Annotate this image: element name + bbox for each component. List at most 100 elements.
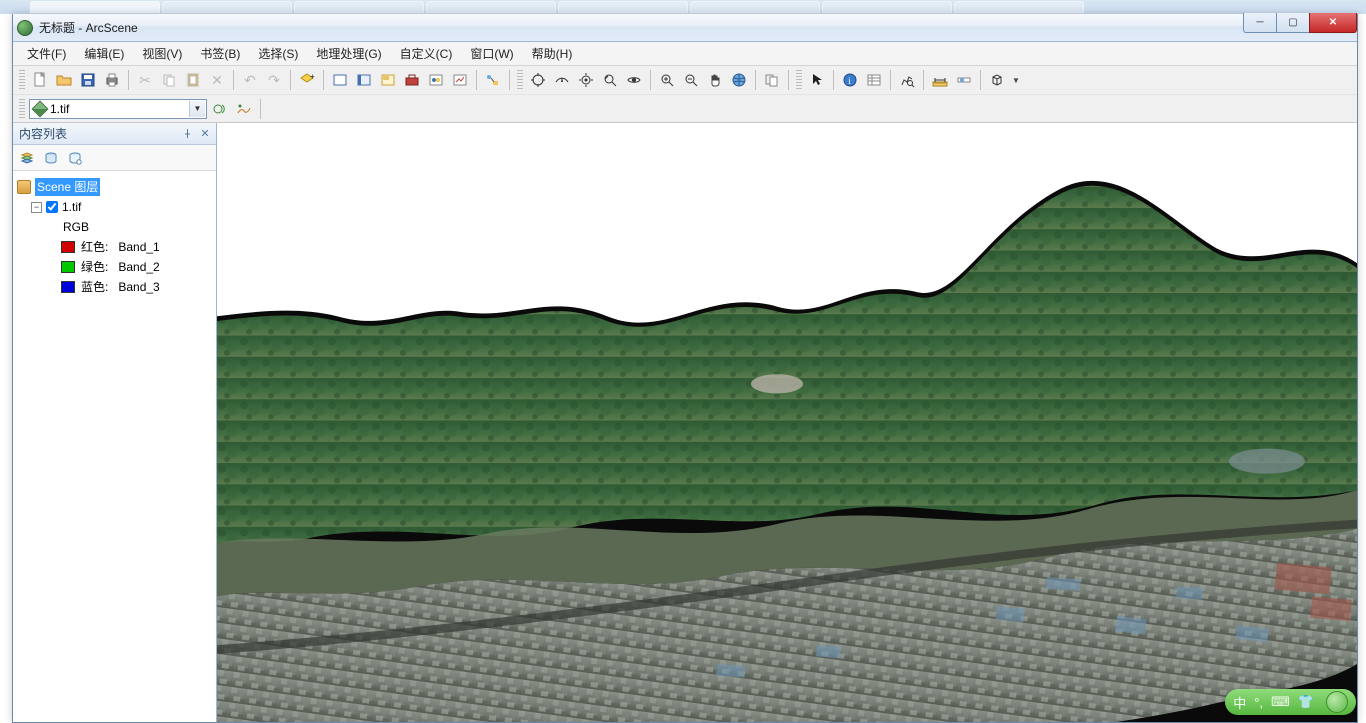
snapshot-icon[interactable] <box>761 69 783 91</box>
look-at-icon[interactable] <box>623 69 645 91</box>
toc-tree[interactable]: Scene 图层 − 1.tif RGB 红色: Band_1 绿色: <box>13 171 216 722</box>
zoom-in-icon[interactable] <box>656 69 678 91</box>
layer-visibility-checkbox[interactable] <box>46 201 58 213</box>
menu-customize[interactable]: 自定义(C) <box>392 42 461 65</box>
scene-label: Scene 图层 <box>35 178 100 196</box>
toolbar-grip[interactable] <box>19 70 25 90</box>
dropdown-arrow-icon[interactable]: ▼ <box>1010 69 1022 91</box>
tree-root-scene[interactable]: Scene 图层 <box>17 177 212 197</box>
toolbar-grip[interactable] <box>796 70 802 90</box>
toc-toolbar <box>13 145 216 171</box>
identify-icon[interactable]: i <box>839 69 861 91</box>
blue-band: Band_3 <box>118 278 159 296</box>
toolbar-grip[interactable] <box>517 70 523 90</box>
menu-view[interactable]: 视图(V) <box>134 42 190 65</box>
center-target-icon[interactable] <box>575 69 597 91</box>
titlebar[interactable]: 无标题 - ArcScene ─ ▢ ✕ <box>13 14 1357 42</box>
open-icon[interactable] <box>53 69 75 91</box>
python-icon[interactable] <box>425 69 447 91</box>
add-data-icon[interactable]: + <box>296 69 318 91</box>
menu-bookmarks[interactable]: 书签(B) <box>192 42 248 65</box>
measure-icon[interactable] <box>929 69 951 91</box>
scene-icon <box>17 180 31 194</box>
red-label: 红色: <box>81 238 108 256</box>
select-arrow-icon[interactable] <box>806 69 828 91</box>
menu-file[interactable]: 文件(F) <box>19 42 74 65</box>
scene-props-icon[interactable] <box>329 69 351 91</box>
menu-selection[interactable]: 选择(S) <box>250 42 306 65</box>
cut-icon[interactable]: ✂ <box>134 69 156 91</box>
close-icon[interactable]: ✕ <box>198 126 212 140</box>
navigate-icon[interactable] <box>527 69 549 91</box>
list-by-source-icon[interactable] <box>41 148 61 168</box>
chevron-down-icon[interactable]: ▼ <box>189 101 205 117</box>
layer-diamond-icon <box>32 100 49 117</box>
delete-icon[interactable]: ✕ <box>206 69 228 91</box>
list-by-selection-icon[interactable] <box>65 148 85 168</box>
collapse-icon[interactable]: − <box>31 202 42 213</box>
find-icon[interactable] <box>896 69 918 91</box>
minimize-button[interactable]: ─ <box>1243 13 1277 33</box>
3d-viewport[interactable] <box>217 123 1357 722</box>
layer-list-icon[interactable] <box>353 69 375 91</box>
layer-combo-value: 1.tif <box>50 102 69 116</box>
blue-swatch-icon <box>61 281 75 293</box>
tree-band-blue: 蓝色: Band_3 <box>17 277 212 297</box>
attributes-icon[interactable] <box>863 69 885 91</box>
time-slider-icon[interactable] <box>953 69 975 91</box>
list-by-drawing-order-icon[interactable] <box>17 148 37 168</box>
copy-icon[interactable] <box>158 69 180 91</box>
ime-keyboard-icon[interactable]: ⌨ <box>1271 694 1290 710</box>
pan-icon[interactable] <box>704 69 726 91</box>
redo-icon[interactable]: ↷ <box>263 69 285 91</box>
menu-help[interactable]: 帮助(H) <box>524 42 581 65</box>
pin-icon[interactable] <box>180 126 194 140</box>
close-button[interactable]: ✕ <box>1309 13 1357 33</box>
layer-combo[interactable]: 1.tif ▼ <box>29 99 207 119</box>
ime-lang-label[interactable]: 中 <box>1233 693 1246 712</box>
print-icon[interactable] <box>101 69 123 91</box>
body-area: 内容列表 ✕ Scene 图层 − 1.tif <box>13 123 1357 722</box>
tree-layer-row[interactable]: − 1.tif <box>17 197 212 217</box>
save-icon[interactable] <box>77 69 99 91</box>
results-icon[interactable] <box>449 69 471 91</box>
browser-tab-strip <box>0 0 1366 14</box>
new-icon[interactable] <box>29 69 51 91</box>
fly-icon[interactable] <box>551 69 573 91</box>
tree-rgb-row: RGB <box>17 217 212 237</box>
toolbar-grip[interactable] <box>19 99 25 119</box>
undo-icon[interactable]: ↶ <box>239 69 261 91</box>
zoom-out-icon[interactable] <box>680 69 702 91</box>
ime-settings-icon[interactable] <box>1326 691 1348 713</box>
red-swatch-icon <box>61 241 75 253</box>
svg-text:+: + <box>310 72 315 81</box>
ime-skin-icon[interactable]: 👕 <box>1298 694 1314 710</box>
green-swatch-icon <box>61 261 75 273</box>
green-band: Band_2 <box>118 258 159 276</box>
toolbox-icon[interactable] <box>401 69 423 91</box>
ime-punct-label[interactable]: °, <box>1254 695 1263 710</box>
layer-name: 1.tif <box>62 198 81 216</box>
app-icon <box>17 20 33 36</box>
3d-box-icon[interactable] <box>986 69 1008 91</box>
ime-widget[interactable]: 中 °, ⌨ 👕 <box>1225 689 1356 715</box>
geoprocess-icon[interactable] <box>209 98 231 120</box>
green-label: 绿色: <box>81 258 108 276</box>
menu-windows[interactable]: 窗口(W) <box>462 42 521 65</box>
tree-band-red: 红色: Band_1 <box>17 237 212 257</box>
paste-icon[interactable] <box>182 69 204 91</box>
toc-header[interactable]: 内容列表 ✕ <box>13 123 216 145</box>
app-window: 无标题 - ArcScene ─ ▢ ✕ 文件(F) 编辑(E) 视图(V) 书… <box>12 14 1358 723</box>
window-title: 无标题 - ArcScene <box>39 19 138 36</box>
blue-label: 蓝色: <box>81 278 108 296</box>
zoom-target-icon[interactable] <box>599 69 621 91</box>
window-controls: ─ ▢ ✕ <box>1244 13 1357 33</box>
tree-band-green: 绿色: Band_2 <box>17 257 212 277</box>
maximize-button[interactable]: ▢ <box>1276 13 1310 33</box>
menu-edit[interactable]: 编辑(E) <box>76 42 132 65</box>
full-extent-icon[interactable] <box>728 69 750 91</box>
menu-geoprocessing[interactable]: 地理处理(G) <box>308 42 389 65</box>
analysis-icon[interactable] <box>233 98 255 120</box>
sublayer-icon[interactable] <box>377 69 399 91</box>
model-builder-icon[interactable] <box>482 69 504 91</box>
